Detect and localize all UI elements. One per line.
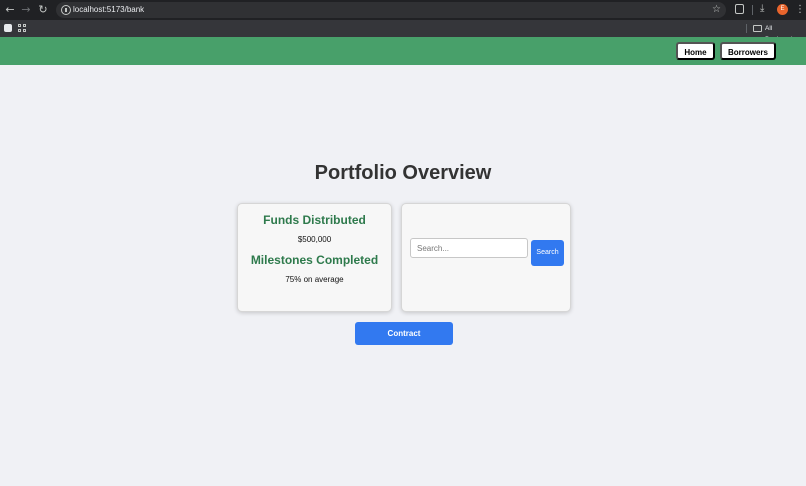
download-icon[interactable]: ⤓ xyxy=(760,2,764,16)
apps-grid-icon[interactable] xyxy=(18,24,26,32)
extensions-icon[interactable] xyxy=(735,4,744,14)
funds-distributed-value: $500,000 xyxy=(297,235,332,244)
page-title: Portfolio Overview xyxy=(314,162,492,184)
reload-icon[interactable]: ↻ xyxy=(36,3,50,17)
bookmarks-bar: All Bookmarks xyxy=(0,20,806,43)
tab-search-icon[interactable] xyxy=(4,24,12,32)
stats-card: Funds Distributed $500,000 Milestones Co… xyxy=(237,203,392,312)
site-info-icon[interactable] xyxy=(61,5,71,15)
address-url[interactable]: localhost:5173/bank xyxy=(73,4,144,16)
home-button[interactable]: Home xyxy=(676,42,715,60)
star-icon[interactable]: ☆ xyxy=(712,3,721,17)
app-header: Home Borrowers xyxy=(0,37,806,65)
contract-button[interactable]: Contract xyxy=(355,322,453,345)
search-card: Search xyxy=(401,203,571,312)
folder-icon[interactable] xyxy=(753,25,762,32)
borrowers-button[interactable]: Borrowers xyxy=(720,42,776,60)
back-arrow-icon[interactable]: ← xyxy=(3,3,17,17)
funds-distributed-heading: Funds Distributed xyxy=(263,213,366,227)
toolbar-divider xyxy=(752,5,753,15)
milestones-completed-value: 75% on average xyxy=(285,275,344,284)
address-bar[interactable]: localhost:5173/bank ☆ xyxy=(56,2,726,18)
forward-arrow-icon[interactable]: → xyxy=(19,3,33,17)
bookmarks-divider xyxy=(746,24,747,33)
browser-toolbar: ← → ↻ localhost:5173/bank ☆ ⤓ E ⋮ xyxy=(0,0,806,20)
milestones-completed-heading: Milestones Completed xyxy=(250,253,379,267)
menu-dots-icon[interactable]: ⋮ xyxy=(795,3,805,17)
profile-avatar[interactable]: E xyxy=(777,4,788,15)
search-button[interactable]: Search xyxy=(531,240,564,266)
search-input[interactable] xyxy=(410,238,528,258)
